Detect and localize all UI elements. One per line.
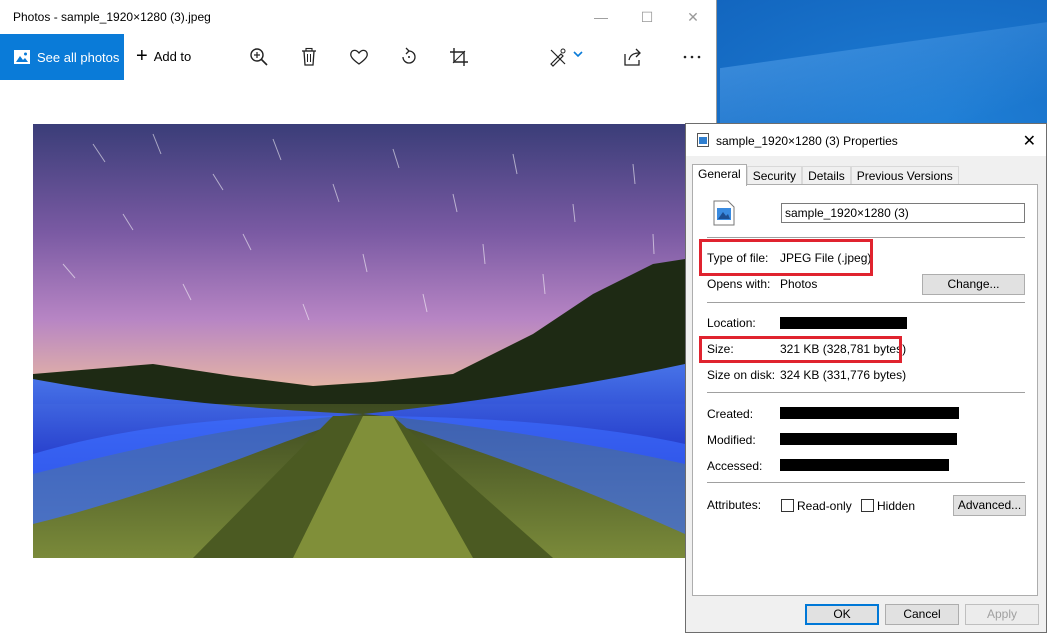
advanced-button[interactable]: Advanced...	[953, 495, 1026, 516]
chevron-down-icon[interactable]	[572, 48, 584, 60]
close-button[interactable]: ✕	[670, 6, 716, 28]
image-file-icon	[713, 200, 735, 226]
modified-label: Modified:	[707, 433, 756, 447]
more-icon[interactable]	[681, 46, 703, 68]
photos-gallery-icon	[14, 50, 30, 64]
see-all-photos-button[interactable]: See all photos	[0, 34, 124, 80]
properties-title: sample_1920×1280 (3) Properties	[716, 134, 898, 148]
cancel-button[interactable]: Cancel	[885, 604, 959, 625]
tab-previous-versions[interactable]: Previous Versions	[850, 166, 959, 185]
edit-create-icon[interactable]	[547, 46, 569, 68]
created-label: Created:	[707, 407, 754, 421]
close-icon[interactable]: ✕	[1023, 131, 1036, 151]
divider	[707, 392, 1025, 393]
photos-toolbar: See all photos + Add to	[0, 34, 716, 80]
redacted-modified	[780, 433, 957, 445]
file-name-field[interactable]: sample_1920×1280 (3)	[781, 203, 1025, 223]
accessed-label: Accessed:	[707, 459, 763, 473]
divider	[707, 482, 1025, 483]
tab-security[interactable]: Security	[746, 166, 803, 185]
share-icon[interactable]	[622, 46, 644, 68]
rotate-icon[interactable]	[398, 46, 420, 68]
type-of-file-highlight	[699, 239, 873, 276]
redacted-accessed	[780, 459, 949, 471]
redacted-created	[780, 407, 959, 419]
properties-tabs: General Security Details Previous Versio…	[692, 164, 959, 186]
favorite-icon[interactable]	[348, 46, 370, 68]
photos-window-title: Photos - sample_1920×1280 (3).jpeg	[13, 10, 211, 24]
plus-icon: +	[136, 45, 148, 67]
read-only-label: Read-only	[797, 499, 852, 513]
photos-titlebar: Photos - sample_1920×1280 (3).jpeg — ☐ ✕	[0, 0, 716, 34]
opens-with-value: Photos	[780, 277, 818, 291]
see-all-photos-label: See all photos	[37, 49, 120, 65]
ok-button[interactable]: OK	[805, 604, 879, 625]
minimize-button[interactable]: —	[578, 6, 624, 28]
tab-general[interactable]: General	[692, 164, 747, 186]
crop-icon[interactable]	[448, 46, 470, 68]
tab-details[interactable]: Details	[802, 166, 851, 185]
apply-button[interactable]: Apply	[965, 604, 1039, 625]
divider	[707, 302, 1025, 303]
hidden-checkbox[interactable]	[861, 499, 874, 512]
size-on-disk-value: 324 KB (331,776 bytes)	[780, 368, 907, 382]
add-to-label: Add to	[153, 48, 192, 64]
location-label: Location:	[707, 316, 756, 330]
properties-dialog: sample_1920×1280 (3) Properties ✕ Genera…	[685, 123, 1047, 633]
maximize-button[interactable]: ☐	[624, 6, 670, 28]
hidden-label: Hidden	[877, 499, 916, 513]
delete-icon[interactable]	[298, 46, 320, 68]
size-highlight	[699, 336, 902, 363]
zoom-in-icon[interactable]	[248, 46, 270, 68]
image-file-icon	[697, 133, 709, 147]
change-button[interactable]: Change...	[922, 274, 1025, 295]
general-panel: sample_1920×1280 (3) Type of file: JPEG …	[692, 184, 1038, 596]
divider	[707, 237, 1025, 238]
landscape-photo	[33, 124, 685, 558]
size-on-disk-label: Size on disk:	[707, 368, 776, 382]
photos-window: Photos - sample_1920×1280 (3).jpeg — ☐ ✕…	[0, 0, 717, 633]
properties-titlebar: sample_1920×1280 (3) Properties ✕	[686, 124, 1046, 156]
add-to-button[interactable]: + Add to	[136, 45, 192, 67]
redacted-location	[780, 317, 907, 329]
opens-with-label: Opens with:	[707, 277, 771, 291]
attributes-label: Attributes:	[707, 498, 762, 512]
read-only-checkbox[interactable]	[781, 499, 794, 512]
